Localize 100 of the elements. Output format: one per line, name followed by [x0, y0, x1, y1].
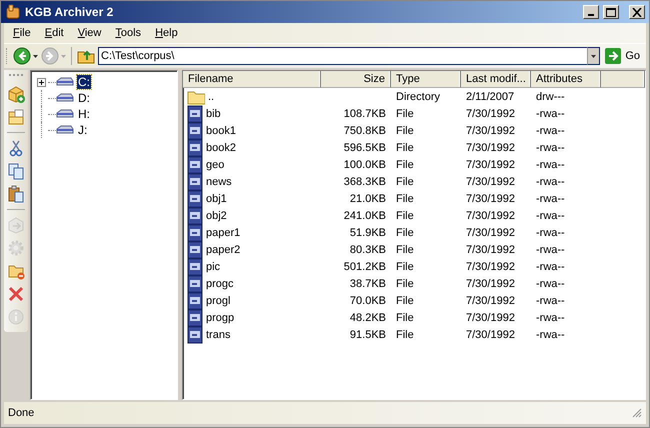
window-title: KGB Archiver 2 [25, 5, 114, 19]
tree-item[interactable]: D: [77, 91, 91, 105]
expand-button[interactable] [37, 78, 46, 86]
folder-up-button[interactable] [77, 48, 95, 64]
file-attributes: -rwa-- [536, 294, 565, 306]
file-size: 51.9KB [350, 226, 386, 238]
file-icon [187, 104, 203, 122]
file-name[interactable]: obj1 [206, 192, 227, 204]
address-field[interactable]: C:\Test\corpus\ [98, 47, 588, 65]
file-icon [187, 206, 203, 224]
file-name[interactable]: book1 [206, 124, 236, 136]
gear-icon [7, 239, 25, 257]
file-type: File [396, 210, 414, 222]
file-attributes: -rwa-- [536, 278, 565, 290]
file-type: File [396, 328, 414, 340]
file-name[interactable]: obj2 [206, 210, 227, 222]
file-name[interactable]: pic [206, 260, 220, 272]
file-size: 501.2KB [344, 260, 386, 272]
file-size: 368.3KB [344, 176, 386, 188]
file-attributes: -rwa-- [536, 108, 565, 120]
tree-item[interactable]: H: [77, 107, 91, 121]
menu-item[interactable]: File [6, 25, 38, 41]
modified-date: 2/11/2007 [466, 90, 514, 102]
file-type: File [396, 278, 414, 290]
arrow-box-icon [7, 216, 25, 234]
scissors-button[interactable] [7, 139, 25, 157]
minimize-icon [588, 14, 594, 16]
file-name[interactable]: progp [206, 312, 234, 324]
file-type: File [396, 124, 414, 136]
file-size: 38.7KB [350, 278, 386, 290]
clipboard-button[interactable] [7, 185, 25, 203]
modified-date: 7/30/1992 [466, 226, 515, 238]
file-icon [187, 308, 203, 326]
file-size: 91.5KB [350, 328, 386, 340]
menu-item[interactable]: Tools [108, 25, 148, 41]
go-button[interactable]: Go [603, 48, 646, 64]
column-header[interactable]: Filename [183, 71, 321, 88]
tree-item[interactable]: C: [77, 75, 91, 89]
file-attributes: -rwa-- [536, 244, 565, 256]
file-icon [187, 190, 203, 208]
file-name[interactable]: progc [206, 278, 234, 290]
file-icon [187, 292, 203, 310]
file-type: Directory [396, 90, 440, 102]
file-name[interactable]: paper2 [206, 244, 240, 256]
modified-date: 7/30/1992 [466, 244, 515, 256]
file-type: File [396, 312, 414, 324]
dropdown-button[interactable] [587, 47, 600, 65]
file-icon [187, 224, 203, 242]
modified-date: 7/30/1992 [466, 260, 515, 272]
file-name[interactable]: news [206, 176, 232, 188]
file-type: File [396, 244, 414, 256]
minimize-button[interactable] [583, 5, 599, 19]
file-name[interactable]: .. [208, 90, 214, 102]
modified-date: 7/30/1992 [466, 158, 515, 170]
file-name[interactable]: bib [206, 108, 221, 120]
menu-item[interactable]: Edit [38, 25, 71, 41]
file-type: File [396, 260, 414, 272]
column-header[interactable]: Type [391, 71, 461, 88]
file-attributes: -rwa-- [536, 158, 565, 170]
file-type: File [396, 294, 414, 306]
file-name[interactable]: progl [206, 294, 230, 306]
modified-date: 7/30/1992 [466, 192, 515, 204]
copy-button[interactable] [7, 162, 25, 180]
file-name[interactable]: book2 [206, 142, 236, 154]
caret-icon [61, 54, 66, 58]
drive-icon [56, 76, 74, 88]
file-attributes: drw--- [536, 90, 565, 102]
file-attributes: -rwa-- [536, 176, 565, 188]
clipboard-icon [7, 185, 25, 203]
column-header[interactable]: Size [321, 71, 391, 88]
tree-item[interactable]: J: [77, 123, 88, 137]
file-name[interactable]: trans [206, 328, 230, 340]
caret-icon [591, 54, 596, 58]
menu-item[interactable]: View [70, 25, 108, 41]
file-icon [187, 258, 203, 276]
file-icon [187, 274, 203, 292]
close-icon [7, 285, 25, 303]
file-size: 21.0KB [350, 192, 386, 204]
column-header[interactable]: Last modif... [461, 71, 531, 88]
file-type: File [396, 142, 414, 154]
column-header[interactable]: Attributes [531, 71, 601, 88]
file-size: 108.7KB [344, 108, 386, 120]
back-button[interactable] [13, 47, 38, 65]
file-size: 750.8KB [344, 124, 386, 136]
modified-date: 7/30/1992 [466, 294, 515, 306]
archive-box-button[interactable] [7, 85, 25, 103]
file-attributes: -rwa-- [536, 210, 565, 222]
file-name[interactable]: geo [206, 158, 224, 170]
file-icon [187, 122, 203, 140]
archive-box-icon [7, 85, 25, 103]
file-name[interactable]: paper1 [206, 226, 240, 238]
file-size: 80.3KB [350, 244, 386, 256]
maximize-button[interactable] [603, 5, 619, 19]
folder-up-icon [77, 48, 95, 64]
menu-item[interactable]: Help [148, 25, 185, 41]
modified-date: 7/30/1992 [466, 124, 515, 136]
drive-icon [56, 92, 74, 104]
file-type: File [396, 226, 414, 238]
folder-button[interactable] [7, 108, 25, 126]
modified-date: 7/30/1992 [466, 176, 515, 188]
